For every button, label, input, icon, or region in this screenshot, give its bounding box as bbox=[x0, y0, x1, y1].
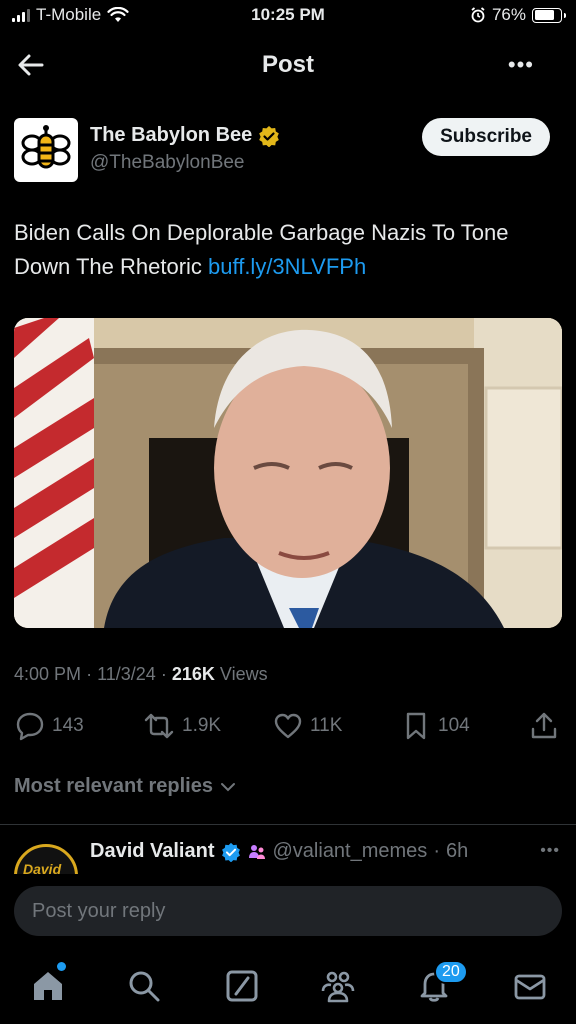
like-button[interactable]: 11K bbox=[272, 708, 342, 744]
author-name[interactable]: The Babylon Bee bbox=[90, 124, 252, 147]
grok-icon bbox=[226, 970, 258, 1002]
post-image[interactable] bbox=[14, 318, 562, 628]
tab-home[interactable] bbox=[28, 962, 68, 1006]
reply-input-placeholder: Post your reply bbox=[32, 899, 166, 922]
views-label: Views bbox=[219, 664, 268, 684]
share-icon bbox=[531, 712, 557, 739]
battery-percent: 76% bbox=[491, 5, 526, 24]
reply-count: 143 bbox=[52, 715, 84, 736]
tab-grok[interactable] bbox=[222, 966, 262, 1006]
reply-sep: · bbox=[433, 840, 440, 862]
comment-icon bbox=[16, 712, 44, 741]
more-horizontal-icon[interactable]: ••• bbox=[540, 842, 560, 860]
author-handle[interactable]: @TheBabylonBee bbox=[90, 152, 245, 174]
meta-sep: · bbox=[160, 664, 167, 684]
page-title: Post bbox=[261, 51, 314, 78]
verified-badge-icon bbox=[259, 125, 280, 147]
verified-badge-icon bbox=[221, 842, 240, 862]
repost-count: 1.9K bbox=[182, 715, 222, 736]
bookmark-icon bbox=[406, 712, 426, 740]
tab-messages[interactable] bbox=[510, 966, 550, 1006]
reply-avatar-text: David bbox=[23, 861, 62, 874]
share-button[interactable] bbox=[528, 708, 560, 744]
babylon-bee-logo[interactable] bbox=[14, 118, 78, 182]
repost-icon bbox=[144, 713, 174, 739]
post-link[interactable]: buff.ly/3NLVFPh bbox=[208, 254, 366, 279]
bottom-tab-bar: 20 bbox=[0, 950, 576, 1024]
status-right-group: 76% bbox=[470, 5, 566, 25]
heart-icon bbox=[274, 713, 302, 739]
like-count: 11K bbox=[310, 715, 343, 736]
reply-input[interactable]: Post your reply bbox=[14, 886, 562, 936]
post-time: 4:00 PM bbox=[14, 664, 82, 684]
reply-author-handle[interactable]: @valiant_memes bbox=[273, 840, 428, 863]
reply-button[interactable]: 143 bbox=[14, 708, 84, 744]
mail-icon bbox=[514, 974, 546, 1000]
repost-button[interactable]: 1.9K bbox=[142, 708, 221, 744]
post-text: Biden Calls On Deplorable Garbage Nazis … bbox=[14, 216, 566, 284]
battery-icon bbox=[532, 7, 566, 23]
bookmark-button[interactable]: 104 bbox=[400, 708, 470, 744]
chevron-down-icon bbox=[220, 782, 235, 791]
tab-communities[interactable] bbox=[318, 966, 358, 1006]
reply-header: David Valiant @valiant_memes · 6h bbox=[90, 840, 468, 863]
reply-age: 6h bbox=[445, 840, 469, 862]
views-count: 216K bbox=[171, 664, 215, 684]
divider bbox=[0, 824, 576, 825]
home-unread-dot bbox=[57, 962, 66, 971]
battery-fill bbox=[534, 10, 554, 20]
top-nav: Post ••• bbox=[0, 34, 576, 96]
search-icon bbox=[129, 971, 160, 1002]
bee-logo-icon bbox=[21, 125, 71, 169]
replies-sort-dropdown[interactable]: Most relevant replies bbox=[14, 775, 237, 798]
reply-author-name[interactable]: David Valiant bbox=[90, 840, 215, 863]
alarm-icon bbox=[471, 7, 485, 23]
communities-icon bbox=[321, 971, 355, 1003]
meta-sep: · bbox=[86, 664, 93, 684]
notifications-badge: 20 bbox=[434, 960, 468, 984]
replies-sort-label: Most relevant replies bbox=[14, 775, 213, 797]
post-author: The Babylon Bee @TheBabylonBee Subscribe bbox=[14, 116, 564, 182]
subscribe-button[interactable]: Subscribe bbox=[422, 118, 550, 156]
more-horizontal-icon[interactable]: ••• bbox=[508, 52, 534, 78]
video-frame-image bbox=[14, 318, 562, 628]
tab-search[interactable] bbox=[124, 966, 164, 1006]
tab-notifications[interactable]: 20 bbox=[414, 960, 468, 1006]
reply-avatar[interactable]: David bbox=[14, 844, 78, 874]
post-meta: 4:00 PM · 11/3/24 · 216K Views bbox=[14, 664, 268, 685]
reply-item[interactable]: David David Valiant @valiant_memes · 6h … bbox=[0, 826, 576, 874]
home-icon bbox=[34, 972, 62, 1000]
user-group-icon bbox=[248, 844, 265, 859]
status-bar: T-Mobile 10:25 PM 76% bbox=[0, 0, 576, 34]
post-actions: 143 1.9K 11K 104 bbox=[14, 708, 562, 744]
author-name-row: The Babylon Bee bbox=[90, 124, 280, 147]
post-date: 11/3/24 bbox=[97, 664, 156, 684]
bookmark-count: 104 bbox=[438, 715, 470, 736]
